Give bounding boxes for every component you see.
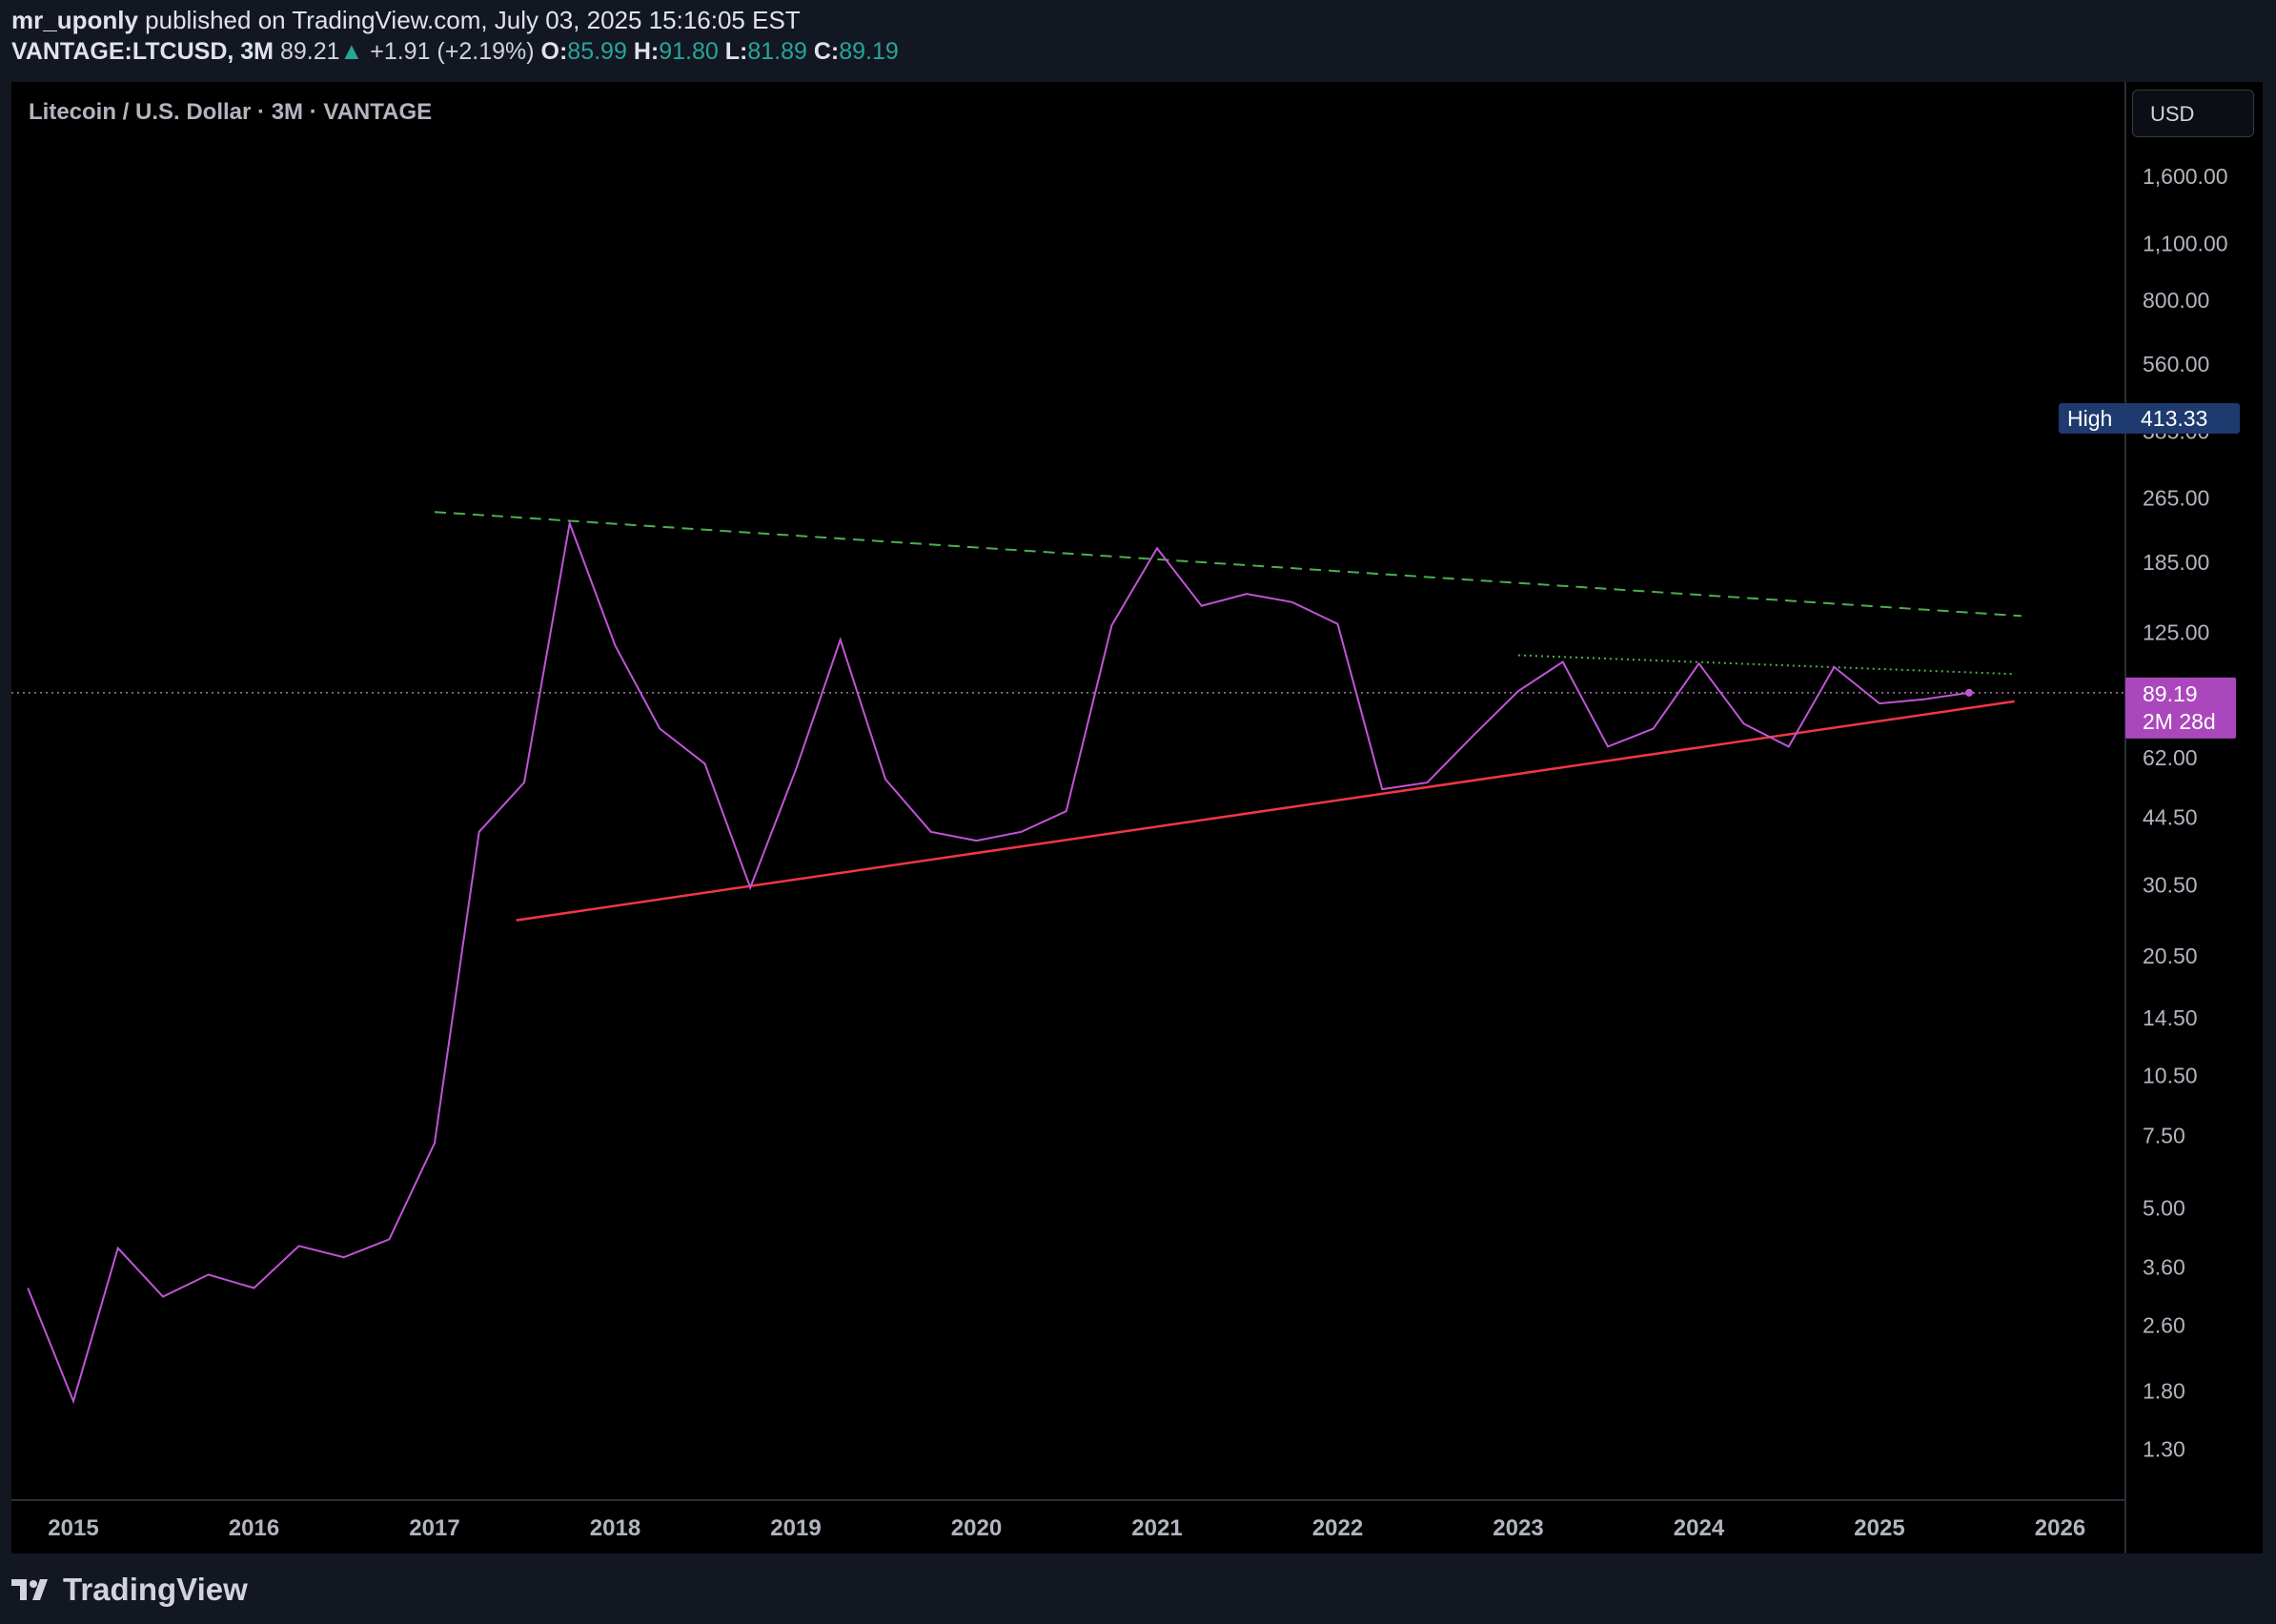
price-chart[interactable]: 2,200.001,600.001,100.00800.00560.00385.… [11, 82, 2263, 1553]
high-badge-value: 413.33 [2141, 406, 2207, 431]
tradingview-logo-icon [11, 1579, 48, 1600]
close-value: 89.19 [839, 38, 899, 65]
y-tick-label: 10.50 [2143, 1063, 2198, 1087]
symbol-label: VANTAGE:LTCUSD, 3M [11, 38, 274, 65]
x-tick-label: 2023 [1493, 1515, 1543, 1541]
bar-countdown: 2M 28d [2143, 709, 2216, 734]
y-tick-label: 800.00 [2143, 288, 2209, 313]
y-tick-label: 14.50 [2143, 1005, 2198, 1030]
y-tick-label: 1.30 [2143, 1437, 2185, 1462]
y-tick-label: 265.00 [2143, 485, 2209, 510]
x-tick-label: 2022 [1312, 1515, 1363, 1541]
y-tick-label: 560.00 [2143, 352, 2209, 376]
x-tick-label: 2024 [1674, 1515, 1725, 1541]
resistance-trendline [434, 511, 2022, 618]
high-label: H: [633, 38, 660, 65]
currency-button[interactable]: USD [2132, 90, 2254, 137]
x-tick-label: 2017 [409, 1515, 459, 1541]
last-price-badge-value: 89.19 [2143, 681, 2198, 706]
y-tick-label: 7.50 [2143, 1124, 2185, 1148]
x-tick-label: 2019 [770, 1515, 821, 1541]
support-trendline [516, 700, 2015, 922]
published-text: published on TradingView.com, July 03, 2… [145, 6, 801, 34]
y-tick-label: 1.80 [2143, 1378, 2185, 1403]
x-tick-label: 2018 [590, 1515, 640, 1541]
high-badge-label: High [2067, 406, 2112, 431]
x-tick-label: 2016 [229, 1515, 279, 1541]
y-tick-label: 125.00 [2143, 620, 2209, 645]
y-tick-label: 2.60 [2143, 1312, 2185, 1337]
y-tick-label: 20.50 [2143, 944, 2198, 968]
publish-info: mr_uponly published on TradingView.com, … [11, 6, 801, 35]
high-value: 91.80 [659, 38, 719, 65]
y-tick-label: 3.60 [2143, 1254, 2185, 1279]
open-value: 85.99 [567, 38, 627, 65]
y-tick-label: 1,600.00 [2143, 164, 2228, 189]
y-tick-label: 185.00 [2143, 550, 2209, 575]
x-tick-label: 2015 [48, 1515, 98, 1541]
x-tick-label: 2020 [951, 1515, 1002, 1541]
chart-title: Litecoin / U.S. Dollar · 3M · VANTAGE [29, 99, 433, 125]
author-name[interactable]: mr_uponly [11, 6, 138, 34]
close-label: C: [813, 38, 840, 65]
brand-name: TradingView [63, 1572, 248, 1607]
x-tick-label: 2021 [1131, 1515, 1182, 1541]
x-tick-label: 2026 [2035, 1515, 2085, 1541]
y-tick-label: 5.00 [2143, 1196, 2185, 1221]
last-price-dot [1964, 688, 1973, 697]
last-price: 89.21 [279, 38, 340, 65]
low-label: L: [724, 38, 748, 65]
price-change: +1.91 (+2.19%) [370, 38, 535, 65]
y-tick-label: 1,100.00 [2143, 231, 2228, 255]
minor-resistance-trendline [1517, 654, 2015, 676]
price-series-line [27, 519, 1970, 1405]
low-value: 81.89 [747, 38, 807, 65]
y-tick-label: 44.50 [2143, 804, 2198, 829]
symbol-info: VANTAGE:LTCUSD, 3M 89.21▲ +1.91 (+2.19%)… [11, 38, 899, 66]
y-tick-label: 62.00 [2143, 745, 2198, 770]
y-tick-label: 30.50 [2143, 872, 2198, 897]
up-arrow-icon: ▲ [339, 38, 364, 65]
chart-area[interactable]: 2,200.001,600.001,100.00800.00560.00385.… [11, 82, 2263, 1553]
tradingview-logo[interactable]: TradingView [11, 1569, 248, 1611]
open-label: O: [540, 38, 568, 65]
x-tick-label: 2025 [1854, 1515, 1904, 1541]
